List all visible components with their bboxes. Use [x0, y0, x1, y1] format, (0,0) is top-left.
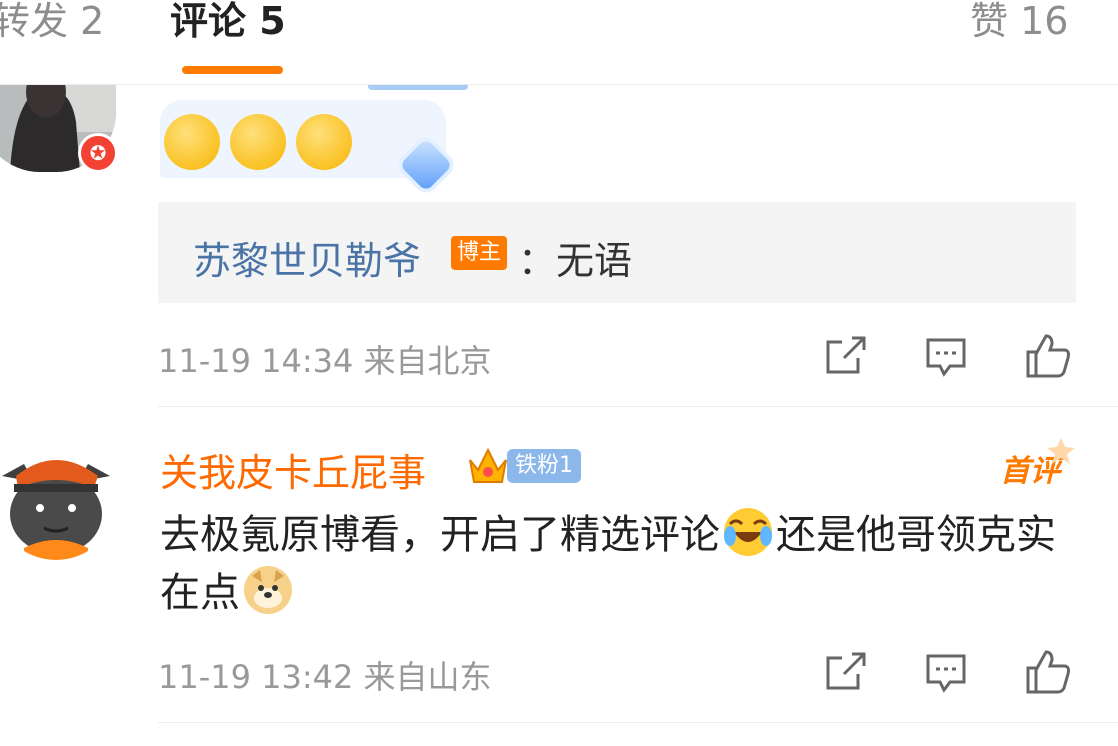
reply-author-link[interactable]: 苏黎世贝勒爷	[193, 230, 421, 285]
share-icon[interactable]	[822, 332, 870, 380]
comment-username[interactable]: 关我皮卡丘屁事	[160, 442, 426, 497]
comment-divider	[158, 406, 1118, 407]
doge-emoji-icon	[242, 564, 294, 616]
blogger-badge: 博主	[451, 236, 508, 270]
reply-text: ：无语	[518, 239, 633, 283]
crown-icon	[466, 444, 510, 488]
comment-icon[interactable]	[922, 332, 970, 380]
fan-level-badge: 铁粉1	[507, 449, 581, 483]
blush-emoji-icon	[230, 114, 286, 170]
tab-comments[interactable]: 评论 5	[170, 0, 286, 42]
blush-emoji-icon	[296, 114, 352, 170]
tab-reposts[interactable]: 转发 2	[0, 0, 104, 42]
like-icon[interactable]	[1024, 648, 1072, 696]
star-icon	[1046, 436, 1076, 466]
comment-icon[interactable]	[922, 648, 970, 696]
like-icon[interactable]	[1024, 332, 1072, 380]
comment-divider	[158, 722, 1118, 723]
comment-meta: 11-19 14:34 来自北京	[158, 342, 492, 380]
laugh-cry-emoji-icon	[722, 506, 774, 558]
avatar[interactable]	[0, 436, 118, 560]
comment-meta: 11-19 13:42 来自山东	[158, 658, 492, 696]
share-icon[interactable]	[822, 648, 870, 696]
comment-text: 去极氪原博看，开启了精选评论 还是他哥领克实在点	[160, 506, 1060, 622]
tab-bar: 转发 2 评论 5 赞 16	[0, 0, 1118, 85]
active-tab-indicator	[182, 66, 283, 74]
tab-likes[interactable]: 赞 16	[970, 0, 1068, 42]
blush-emoji-icon	[164, 114, 220, 170]
verified-badge-icon: ✪	[78, 133, 118, 173]
